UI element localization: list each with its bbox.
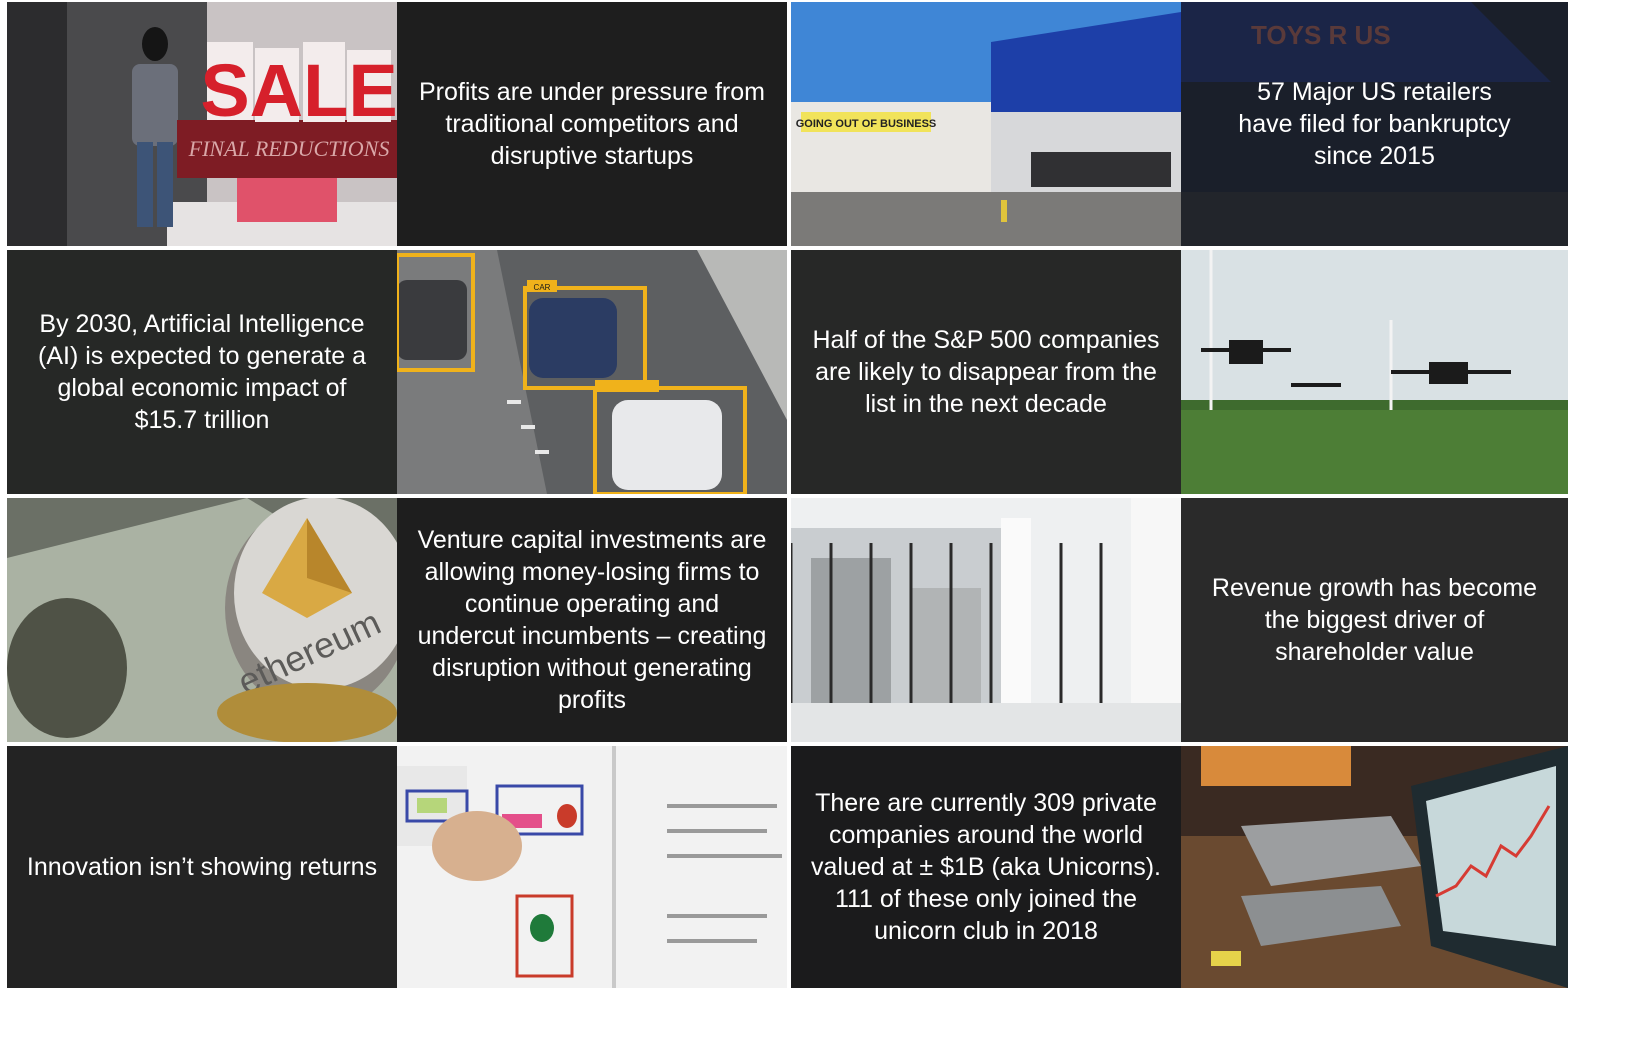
crypto-coin-photo: ethereum <box>7 498 397 742</box>
tile-ai-impact: By 2030, Artificial Intelligence (AI) is… <box>7 250 787 494</box>
tile-sp500-turnover: Half of the S&P 500 companies are likely… <box>791 250 1568 494</box>
tile-profits-caption-panel: Profits are under pressure from traditio… <box>397 2 787 246</box>
sale-store-photo: SALE FINAL REDUCTIONS <box>7 2 397 246</box>
tile-caption: Profits are under pressure from traditio… <box>419 78 765 170</box>
tile-vc-caption-panel: Venture capital investments are allowing… <box>397 498 787 742</box>
tile-venture-capital: ethereum Venture capital investments are… <box>7 498 787 742</box>
going-out-of-business-sign: GOING OUT OF BUSINESS <box>796 118 937 130</box>
empty-office-photo <box>791 498 1181 742</box>
tile-caption: There are currently 309 private companie… <box>811 789 1161 945</box>
tile-revenue-growth: Revenue growth has become the biggest dr… <box>791 498 1568 742</box>
tile-innovation-caption-panel: Innovation isn’t showing returns <box>7 746 397 988</box>
tile-unicorns-caption-panel: There are currently 309 private companie… <box>791 746 1181 988</box>
tile-retail-caption-panel: TOYS R US 57 Major US retailers have fil… <box>1181 2 1568 246</box>
tile-innovation-returns: Innovation isn’t showing returns <box>7 746 787 988</box>
tile-unicorns: There are currently 309 private companie… <box>791 746 1568 988</box>
sale-sign-text: SALE <box>200 49 397 132</box>
sale-letters: SALE <box>200 42 397 132</box>
tile-caption: Half of the S&P 500 companies are likely… <box>812 326 1160 418</box>
tile-revenue-caption-panel: Revenue growth has become the biggest dr… <box>1181 498 1568 742</box>
closing-store-photo: GOING OUT OF BUSINESS <box>791 2 1181 246</box>
tile-caption: 57 Major US retailers have filed for ban… <box>1238 78 1511 170</box>
tile-caption: Innovation isn’t showing returns <box>26 853 378 881</box>
tile-ai-caption-panel: By 2030, Artificial Intelligence (AI) is… <box>7 250 397 494</box>
ai-road-photo: CAR <box>397 250 787 494</box>
tile-caption: Revenue growth has become the biggest dr… <box>1211 574 1538 666</box>
tile-sp500-caption-panel: Half of the S&P 500 companies are likely… <box>791 250 1181 494</box>
tile-caption: Venture capital investments are allowing… <box>417 526 767 714</box>
trading-desk-photo <box>1181 746 1568 988</box>
tile-profits-pressure: SALE FINAL REDUCTIONS Profits are under … <box>7 2 787 246</box>
tile-retail-bankruptcies: GOING OUT OF BUSINESS TOYS R US 57 Major… <box>791 2 1568 246</box>
tile-caption: By 2030, Artificial Intelligence (AI) is… <box>38 310 366 434</box>
drone-field-photo <box>1181 250 1568 494</box>
final-reductions-banner: FINAL REDUCTIONS <box>188 136 390 161</box>
wireframe-sketch-photo <box>397 746 787 988</box>
car-detection-label: CAR <box>534 283 551 292</box>
